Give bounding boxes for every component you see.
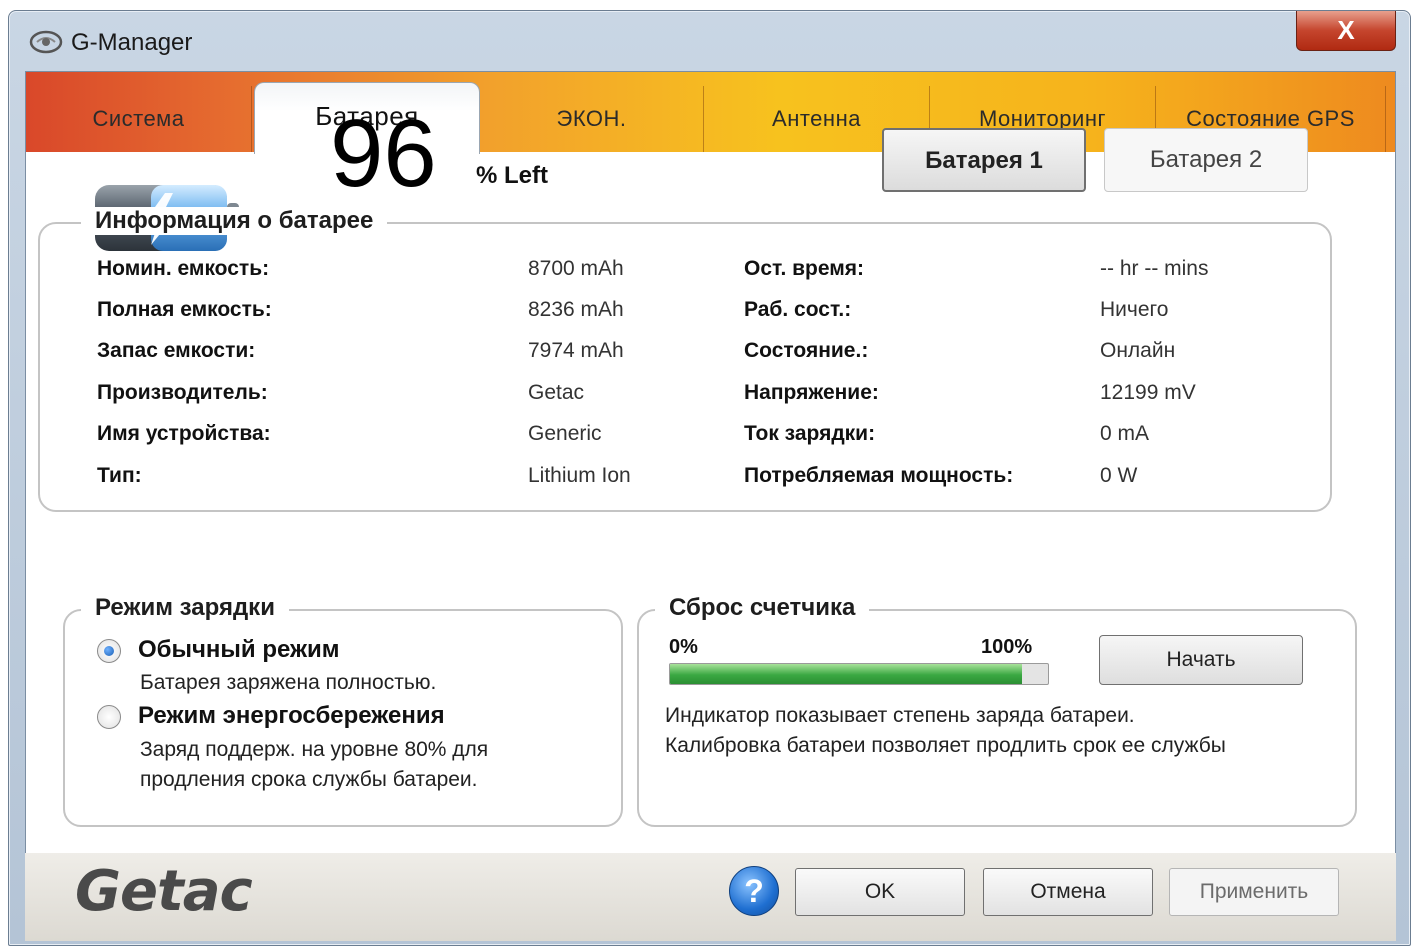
content-layer: 96 % Left Батарея 1 Батарея 2 Информация… — [25, 71, 1396, 941]
info-label-operating-state: Раб. сост.: — [744, 298, 852, 321]
info-label-status: Состояние.: — [744, 339, 869, 362]
info-value-operating-state: Ничего — [1100, 298, 1169, 321]
info-label-nominal-capacity: Номин. емкость: — [97, 257, 270, 280]
info-label-full-capacity: Полная емкость: — [97, 298, 272, 321]
info-value-remaining-time: -- hr -- mins — [1100, 257, 1209, 280]
info-label-manufacturer: Производитель: — [97, 381, 268, 404]
calibration-progress-bar — [669, 663, 1049, 685]
g-manager-app-icon — [29, 30, 63, 54]
info-value-remaining-capacity: 7974 mAh — [528, 339, 624, 362]
reset-description-line2: Калибровка батареи позволяет продлить ср… — [665, 734, 1226, 757]
cancel-button[interactable]: Отмена — [983, 868, 1153, 916]
close-button[interactable]: X — [1296, 11, 1396, 51]
info-value-manufacturer: Getac — [528, 381, 585, 404]
info-value-type: Lithium Ion — [528, 464, 631, 487]
title-bar: G-Manager X — [9, 11, 1410, 71]
progress-fill — [670, 664, 1022, 684]
info-label-power-consumption: Потребляемая мощность: — [744, 464, 1014, 487]
power-saving-mode-radio[interactable] — [97, 705, 121, 729]
power-saving-desc-line1: Заряд поддерж. на уровне 80% для — [140, 738, 489, 761]
battery-2-button[interactable]: Батарея 2 — [1104, 128, 1308, 192]
info-value-nominal-capacity: 8700 mAh — [528, 257, 624, 280]
info-label-type: Тип: — [97, 464, 142, 487]
info-label-remaining-time: Ост. время: — [744, 257, 865, 280]
battery-percent-value: 96 — [330, 100, 437, 207]
info-value-power-consumption: 0 W — [1100, 464, 1138, 487]
start-calibration-button[interactable]: Начать — [1099, 635, 1303, 685]
progress-min-label: 0% — [669, 636, 698, 658]
help-icon[interactable]: ? — [729, 866, 779, 916]
radio-selected-dot — [104, 646, 114, 656]
counter-reset-title: Сброс счетчика — [655, 594, 870, 622]
battery-1-button[interactable]: Батарея 1 — [882, 128, 1086, 192]
battery-info-title: Информация о батарее — [81, 207, 388, 235]
info-label-voltage: Напряжение: — [744, 381, 879, 404]
normal-mode-description: Батарея заряжена полностью. — [140, 671, 437, 694]
getac-logo: Getac — [75, 859, 253, 924]
info-label-charge-current: Ток зарядки: — [744, 422, 876, 445]
info-label-remaining-capacity: Запас емкости: — [97, 339, 256, 362]
info-label-device-name: Имя устройства: — [97, 422, 271, 445]
window-title: G-Manager — [71, 29, 193, 56]
info-value-device-name: Generic — [528, 422, 602, 445]
power-saving-desc-line2: продления срока службы батареи. — [140, 768, 478, 791]
ok-button[interactable]: OK — [795, 868, 965, 916]
battery-percent-label: % Left — [476, 162, 548, 189]
apply-button[interactable]: Применить — [1169, 868, 1339, 916]
power-saving-mode-label[interactable]: Режим энергосбережения — [138, 702, 445, 730]
progress-max-label: 100% — [981, 636, 1033, 658]
info-value-status: Онлайн — [1100, 339, 1176, 362]
normal-mode-radio[interactable] — [97, 639, 121, 663]
info-value-full-capacity: 8236 mAh — [528, 298, 624, 321]
info-value-charge-current: 0 mA — [1100, 422, 1150, 445]
info-value-voltage: 12199 mV — [1100, 381, 1196, 404]
charge-mode-title: Режим зарядки — [81, 594, 289, 622]
normal-mode-label[interactable]: Обычный режим — [138, 636, 340, 664]
reset-description-line1: Индикатор показывает степень заряда бата… — [665, 704, 1135, 727]
